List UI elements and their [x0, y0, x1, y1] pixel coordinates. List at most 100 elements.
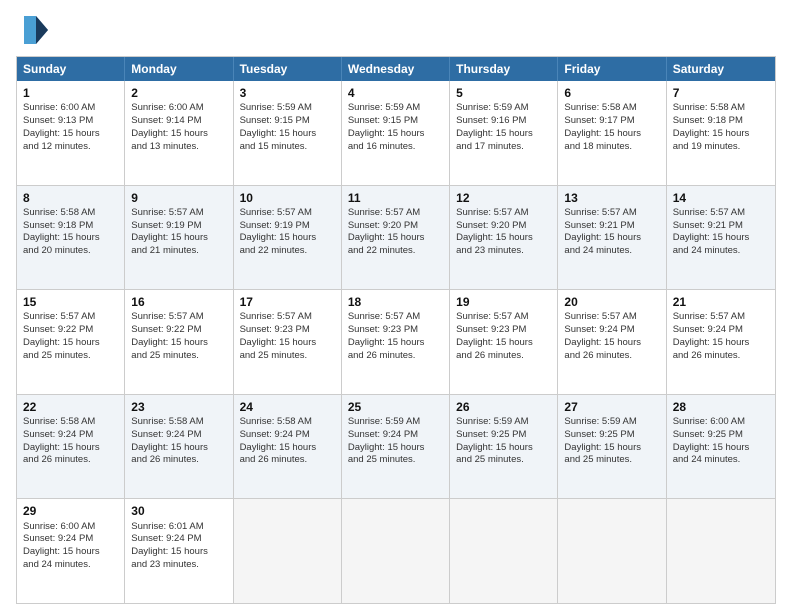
day-number: 5: [456, 85, 551, 101]
day-cell-14: 14Sunrise: 5:57 AMSunset: 9:21 PMDayligh…: [667, 186, 775, 290]
day-info-line: and 25 minutes.: [131, 350, 226, 363]
day-info-line: Sunrise: 5:57 AM: [131, 311, 226, 324]
day-info-line: and 26 minutes.: [564, 350, 659, 363]
day-info-line: and 26 minutes.: [23, 454, 118, 467]
day-number: 18: [348, 294, 443, 310]
day-info-line: Sunset: 9:20 PM: [348, 220, 443, 233]
day-info-line: Daylight: 15 hours: [240, 128, 335, 141]
day-cell-8: 8Sunrise: 5:58 AMSunset: 9:18 PMDaylight…: [17, 186, 125, 290]
day-info-line: Sunset: 9:24 PM: [131, 533, 226, 546]
empty-cell: [342, 499, 450, 603]
day-cell-11: 11Sunrise: 5:57 AMSunset: 9:20 PMDayligh…: [342, 186, 450, 290]
day-info-line: Sunrise: 6:00 AM: [23, 521, 118, 534]
day-cell-29: 29Sunrise: 6:00 AMSunset: 9:24 PMDayligh…: [17, 499, 125, 603]
day-info-line: and 26 minutes.: [456, 350, 551, 363]
day-info-line: Sunrise: 5:58 AM: [673, 102, 769, 115]
day-cell-7: 7Sunrise: 5:58 AMSunset: 9:18 PMDaylight…: [667, 81, 775, 185]
day-info-line: Sunset: 9:21 PM: [564, 220, 659, 233]
day-info-line: Sunrise: 5:59 AM: [348, 102, 443, 115]
day-info-line: Daylight: 15 hours: [23, 337, 118, 350]
day-info-line: Sunset: 9:24 PM: [240, 429, 335, 442]
day-cell-9: 9Sunrise: 5:57 AMSunset: 9:19 PMDaylight…: [125, 186, 233, 290]
day-info-line: Daylight: 15 hours: [348, 232, 443, 245]
day-info-line: and 26 minutes.: [131, 454, 226, 467]
day-info-line: Sunrise: 5:59 AM: [348, 416, 443, 429]
day-number: 20: [564, 294, 659, 310]
day-info-line: Sunset: 9:16 PM: [456, 115, 551, 128]
day-info-line: Daylight: 15 hours: [673, 442, 769, 455]
day-cell-5: 5Sunrise: 5:59 AMSunset: 9:16 PMDaylight…: [450, 81, 558, 185]
day-info-line: and 23 minutes.: [456, 245, 551, 258]
day-cell-19: 19Sunrise: 5:57 AMSunset: 9:23 PMDayligh…: [450, 290, 558, 394]
day-cell-1: 1Sunrise: 6:00 AMSunset: 9:13 PMDaylight…: [17, 81, 125, 185]
day-info-line: Daylight: 15 hours: [23, 128, 118, 141]
day-info-line: Daylight: 15 hours: [23, 232, 118, 245]
day-info-line: Daylight: 15 hours: [564, 337, 659, 350]
logo-icon: [16, 12, 52, 48]
day-info-line: and 23 minutes.: [131, 559, 226, 572]
day-info-line: Sunrise: 6:01 AM: [131, 521, 226, 534]
day-info-line: Sunset: 9:23 PM: [240, 324, 335, 337]
day-info-line: Daylight: 15 hours: [131, 128, 226, 141]
empty-cell: [234, 499, 342, 603]
day-info-line: Sunset: 9:17 PM: [564, 115, 659, 128]
day-info-line: Sunset: 9:13 PM: [23, 115, 118, 128]
header-day-saturday: Saturday: [667, 57, 775, 81]
day-info-line: and 22 minutes.: [348, 245, 443, 258]
day-info-line: Sunset: 9:25 PM: [673, 429, 769, 442]
day-number: 8: [23, 190, 118, 206]
day-info-line: Sunset: 9:14 PM: [131, 115, 226, 128]
day-info-line: and 18 minutes.: [564, 141, 659, 154]
calendar-body: 1Sunrise: 6:00 AMSunset: 9:13 PMDaylight…: [17, 81, 775, 603]
day-info-line: Sunrise: 5:57 AM: [673, 311, 769, 324]
day-cell-18: 18Sunrise: 5:57 AMSunset: 9:23 PMDayligh…: [342, 290, 450, 394]
calendar-row-0: 1Sunrise: 6:00 AMSunset: 9:13 PMDaylight…: [17, 81, 775, 185]
day-info-line: Sunrise: 5:59 AM: [240, 102, 335, 115]
day-info-line: Daylight: 15 hours: [456, 232, 551, 245]
day-cell-26: 26Sunrise: 5:59 AMSunset: 9:25 PMDayligh…: [450, 395, 558, 499]
day-info-line: Sunrise: 5:57 AM: [23, 311, 118, 324]
day-info-line: and 24 minutes.: [673, 245, 769, 258]
day-info-line: Sunrise: 5:59 AM: [564, 416, 659, 429]
calendar-row-3: 22Sunrise: 5:58 AMSunset: 9:24 PMDayligh…: [17, 394, 775, 499]
day-cell-22: 22Sunrise: 5:58 AMSunset: 9:24 PMDayligh…: [17, 395, 125, 499]
day-info-line: Sunrise: 6:00 AM: [131, 102, 226, 115]
day-number: 30: [131, 503, 226, 519]
day-info-line: Sunset: 9:24 PM: [23, 429, 118, 442]
day-info-line: and 13 minutes.: [131, 141, 226, 154]
day-info-line: Sunset: 9:21 PM: [673, 220, 769, 233]
day-cell-6: 6Sunrise: 5:58 AMSunset: 9:17 PMDaylight…: [558, 81, 666, 185]
day-info-line: Sunrise: 5:57 AM: [348, 207, 443, 220]
day-number: 19: [456, 294, 551, 310]
day-number: 2: [131, 85, 226, 101]
day-info-line: and 16 minutes.: [348, 141, 443, 154]
day-cell-12: 12Sunrise: 5:57 AMSunset: 9:20 PMDayligh…: [450, 186, 558, 290]
day-info-line: Sunrise: 5:57 AM: [564, 311, 659, 324]
day-info-line: Daylight: 15 hours: [673, 128, 769, 141]
day-number: 28: [673, 399, 769, 415]
day-number: 11: [348, 190, 443, 206]
day-cell-2: 2Sunrise: 6:00 AMSunset: 9:14 PMDaylight…: [125, 81, 233, 185]
day-info-line: Sunrise: 5:58 AM: [23, 416, 118, 429]
day-info-line: Daylight: 15 hours: [131, 337, 226, 350]
day-info-line: Sunset: 9:25 PM: [456, 429, 551, 442]
day-info-line: Sunset: 9:18 PM: [673, 115, 769, 128]
day-info-line: Daylight: 15 hours: [240, 442, 335, 455]
day-info-line: and 19 minutes.: [673, 141, 769, 154]
day-info-line: and 24 minutes.: [564, 245, 659, 258]
day-number: 17: [240, 294, 335, 310]
day-info-line: Sunrise: 5:57 AM: [456, 207, 551, 220]
day-info-line: Daylight: 15 hours: [456, 442, 551, 455]
day-cell-21: 21Sunrise: 5:57 AMSunset: 9:24 PMDayligh…: [667, 290, 775, 394]
day-cell-17: 17Sunrise: 5:57 AMSunset: 9:23 PMDayligh…: [234, 290, 342, 394]
header-day-thursday: Thursday: [450, 57, 558, 81]
calendar-row-2: 15Sunrise: 5:57 AMSunset: 9:22 PMDayligh…: [17, 289, 775, 394]
day-number: 16: [131, 294, 226, 310]
day-number: 7: [673, 85, 769, 101]
day-info-line: Sunset: 9:19 PM: [131, 220, 226, 233]
day-info-line: Daylight: 15 hours: [564, 232, 659, 245]
day-cell-28: 28Sunrise: 6:00 AMSunset: 9:25 PMDayligh…: [667, 395, 775, 499]
day-info-line: Sunrise: 5:59 AM: [456, 416, 551, 429]
day-info-line: Sunset: 9:15 PM: [240, 115, 335, 128]
day-info-line: Sunset: 9:24 PM: [23, 533, 118, 546]
